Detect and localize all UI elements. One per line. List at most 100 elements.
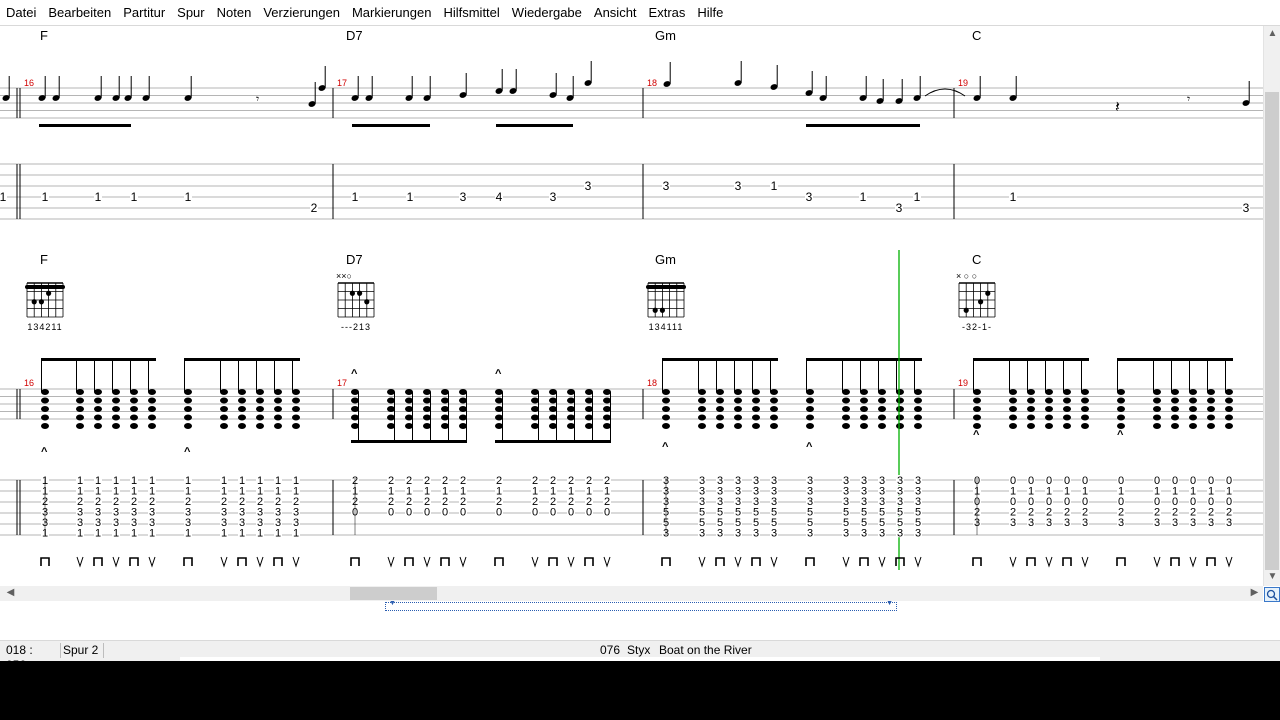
chord-note [1207,423,1215,429]
tab-fret-number: 2 [311,201,318,215]
chord-note [405,397,413,404]
chord-note [567,423,575,429]
chord-note [842,423,850,429]
chord-note [603,414,611,421]
scroll-left-icon[interactable]: ◀ [2,587,19,598]
pick-up-icon [423,556,431,568]
scroll-down-icon[interactable]: ▼ [1264,571,1280,582]
chord-note [423,389,431,395]
chord-note [531,406,539,412]
accent-mark: ^ [973,429,980,441]
scroll-up-icon[interactable]: ▲ [1264,28,1280,39]
menu-item-ansicht[interactable]: Ansicht [588,0,643,25]
chord-note [1171,389,1179,395]
chord-note [716,414,724,421]
pick-up-icon [387,556,395,568]
chord-note [806,389,814,395]
menu-item-noten[interactable]: Noten [211,0,258,25]
pick-down-icon [584,557,594,566]
tab-fret-number: 3 [1028,517,1034,529]
chord-note [238,406,246,412]
tab-fret-number: 0 [406,506,412,518]
pick-down-icon [715,557,725,566]
menu-item-bearbeiten[interactable]: Bearbeiten [42,0,117,25]
chord-note [220,414,228,421]
pick-down-icon [40,557,50,566]
zoom-icon[interactable] [1264,587,1280,602]
chord-note [914,406,922,412]
pick-down-icon [440,557,450,566]
horizontal-scroll-thumb[interactable] [350,587,437,600]
score-canvas[interactable]: FFD7D7GmGmCC16 17 18 19𝄽 𝄾𝄾1 1 1 1 121 1 3 4 33 3 3 13 1… [0,26,1263,586]
tab-fret-number: 0 [604,506,610,518]
tab-fret-number: 3 [915,527,921,539]
pick-up-icon [567,556,575,568]
menu-item-spur[interactable]: Spur [171,0,210,25]
chord-note [734,397,742,404]
scroll-right-icon[interactable]: ▶ [1246,587,1263,598]
chord-note [698,389,706,395]
chord-note [842,406,850,412]
menu-item-hilfsmittel[interactable]: Hilfsmittel [437,0,505,25]
chord-note [184,389,192,395]
chord-note [130,389,138,395]
melody-beam [806,124,920,127]
pick-up-icon [76,556,84,568]
menu-item-wiedergabe[interactable]: Wiedergabe [506,0,588,25]
chord-note [220,423,228,429]
chord-diagram-dot [652,307,658,313]
vertical-scroll-thumb[interactable] [1265,92,1279,570]
chord-note [405,423,413,429]
chord-note [842,397,850,404]
chord-note [405,389,413,395]
chord-note [184,423,192,429]
chord-note [94,414,102,421]
menu-item-markierungen[interactable]: Markierungen [346,0,438,25]
chord-beam [351,440,467,443]
tie-mark [924,88,966,97]
menu-item-datei[interactable]: Datei [0,0,42,25]
track-range-selector[interactable]: ▼ ▼ [385,600,897,611]
chord-note [441,397,449,404]
chord-diagram-barre [646,285,686,289]
pick-up-icon [1189,556,1197,568]
chord-note [567,414,575,421]
chord-note [76,389,84,395]
chord-note [387,389,395,395]
chord-note [238,389,246,395]
chord-beam [41,358,156,361]
chord-note [698,423,706,429]
tab-fret-number: 3 [1226,517,1232,529]
chord-note [459,423,467,429]
pick-down-icon [93,557,103,566]
tab-fret-number: 3 [1064,517,1070,529]
tab-fret-number: 0 [586,506,592,518]
chord-name-d7: D7 [346,252,363,267]
chord-note [1027,423,1035,429]
chord-note [1189,423,1197,429]
chord-note [567,406,575,412]
menu-item-verzierungen[interactable]: Verzierungen [257,0,346,25]
menu-item-partitur[interactable]: Partitur [117,0,171,25]
chord-note [914,414,922,421]
menu-item-hilfe[interactable]: Hilfe [691,0,729,25]
horizontal-scrollbar[interactable]: ◀ ▶ [0,586,1263,601]
score-view[interactable]: F F D7 D7 Gm Gm C C 16 17 18 19 𝄽 𝄾 𝄾 1 1 1 1 1 2 1 1 3 4 3 3 3 3 1 3 1… [0,26,1263,586]
pick-up-icon [698,556,706,568]
accent-mark: ^ [1117,429,1124,441]
chord-note [292,406,300,412]
vertical-scrollbar[interactable]: ▲ ▼ [1263,26,1280,586]
chord-note [752,414,760,421]
tab-fret-number: 1 [407,190,414,204]
menu-item-extras[interactable]: Extras [643,0,692,25]
chord-note [914,397,922,404]
tab-fret-number: 1 [221,527,227,539]
chord-note [459,397,467,404]
chord-note [770,414,778,421]
chord-note [549,389,557,395]
range-start-icon[interactable]: ▼ [389,600,396,607]
chord-note [1081,423,1089,429]
range-end-icon[interactable]: ▼ [886,600,893,607]
chord-note [148,389,156,395]
pick-up-icon [1081,556,1089,568]
